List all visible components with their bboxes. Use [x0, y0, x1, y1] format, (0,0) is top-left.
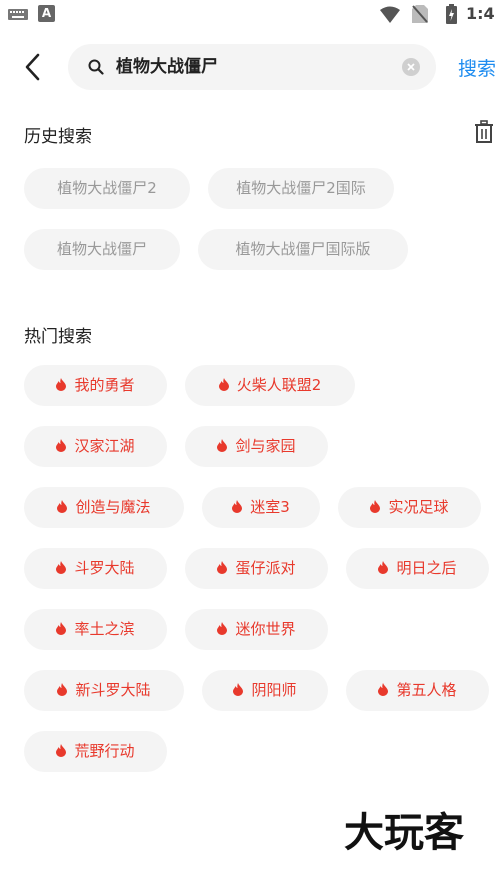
- notification-icon: A: [38, 5, 55, 22]
- search-input[interactable]: 植物大战僵尸: [116, 44, 218, 90]
- hot-chip-label: 明日之后: [396, 559, 457, 577]
- fire-icon: [233, 683, 244, 696]
- hot-chip-label: 迷室3: [250, 498, 290, 516]
- hot-chip[interactable]: 新斗罗大陆: [24, 670, 184, 711]
- hot-chip-label: 第五人格: [396, 681, 457, 699]
- history-title: 历史搜索: [24, 127, 92, 147]
- hot-chip[interactable]: 第五人格: [346, 670, 489, 711]
- hot-title: 热门搜索: [24, 327, 92, 347]
- hot-chip-label: 斗罗大陆: [74, 559, 135, 577]
- hot-chip[interactable]: 斗罗大陆: [24, 548, 167, 589]
- hot-chip[interactable]: 火柴人联盟2: [185, 365, 355, 406]
- hot-chip[interactable]: 率土之滨: [24, 609, 167, 650]
- search-bar[interactable]: 植物大战僵尸: [68, 44, 436, 90]
- fire-icon: [378, 561, 389, 574]
- history-chip[interactable]: 植物大战僵尸: [24, 229, 180, 270]
- history-chip[interactable]: 植物大战僵尸2国际: [208, 168, 394, 209]
- fire-icon: [56, 439, 67, 452]
- watermark-text: 大玩客: [344, 810, 464, 856]
- hot-chip-label: 迷你世界: [235, 620, 296, 638]
- fire-icon: [217, 561, 228, 574]
- keyboard-icon: [8, 9, 28, 20]
- fire-icon: [378, 683, 389, 696]
- fire-icon: [217, 622, 228, 635]
- hot-chip-label: 荒野行动: [74, 742, 135, 760]
- hot-chip[interactable]: 剑与家园: [185, 426, 328, 467]
- wifi-icon: [380, 6, 400, 23]
- hot-chip[interactable]: 实况足球: [338, 487, 481, 528]
- hot-chip[interactable]: 迷室3: [202, 487, 320, 528]
- hot-chip[interactable]: 蛋仔派对: [185, 548, 328, 589]
- trash-icon[interactable]: [474, 120, 494, 144]
- fire-icon: [57, 683, 68, 696]
- fire-icon: [56, 561, 67, 574]
- search-icon: [88, 59, 104, 75]
- fire-icon: [56, 378, 67, 391]
- battery-charging-icon: [446, 4, 457, 24]
- hot-chip-label: 火柴人联盟2: [236, 376, 322, 394]
- hot-chip[interactable]: 创造与魔法: [24, 487, 184, 528]
- hot-chip-label: 剑与家园: [235, 437, 296, 455]
- fire-icon: [57, 500, 68, 513]
- fire-icon: [56, 744, 67, 757]
- hot-chip-label: 我的勇者: [74, 376, 135, 394]
- fire-icon: [56, 622, 67, 635]
- no-sim-icon: [412, 5, 428, 23]
- hot-chip[interactable]: 荒野行动: [24, 731, 167, 772]
- hot-chip-label: 汉家江湖: [74, 437, 135, 455]
- hot-chip[interactable]: 迷你世界: [185, 609, 328, 650]
- hot-chip[interactable]: 我的勇者: [24, 365, 167, 406]
- fire-icon: [217, 439, 228, 452]
- hot-chip-label: 蛋仔派对: [235, 559, 296, 577]
- search-button[interactable]: 搜索: [458, 54, 502, 81]
- watermark-logo: 大玩客: [344, 810, 464, 856]
- fire-icon: [370, 500, 381, 513]
- hot-chip[interactable]: 阴阳师: [202, 670, 328, 711]
- hot-chip[interactable]: 汉家江湖: [24, 426, 167, 467]
- hot-chip-label: 率土之滨: [74, 620, 135, 638]
- clock-time: 1:4: [466, 4, 495, 23]
- hot-chip-label: 阴阳师: [251, 681, 297, 699]
- hot-chip[interactable]: 明日之后: [346, 548, 489, 589]
- back-arrow-icon[interactable]: [22, 52, 46, 82]
- fire-icon: [232, 500, 243, 513]
- fire-icon: [218, 378, 229, 391]
- hot-chip-label: 实况足球: [388, 498, 449, 516]
- hot-chip-label: 新斗罗大陆: [75, 681, 151, 699]
- hot-chip-label: 创造与魔法: [75, 498, 151, 516]
- history-chip[interactable]: 植物大战僵尸2: [24, 168, 190, 209]
- status-bar: A 1:4: [0, 0, 502, 30]
- history-chip[interactable]: 植物大战僵尸国际版: [198, 229, 408, 270]
- clear-input-icon[interactable]: [402, 58, 420, 76]
